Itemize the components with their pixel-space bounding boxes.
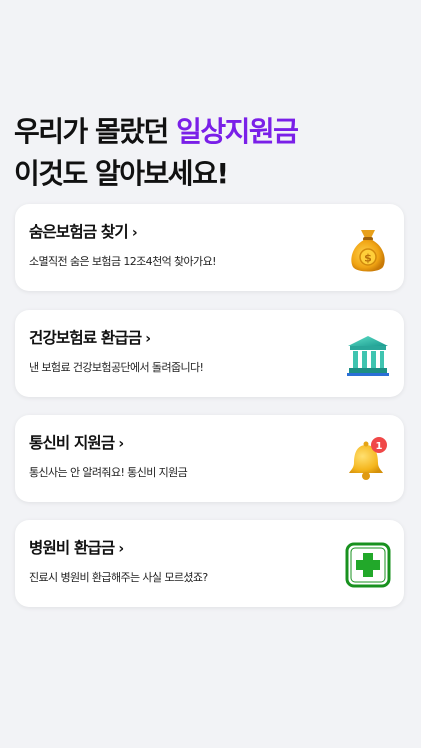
card-title-text: 병원비 환급금	[29, 539, 115, 557]
card-hidden-insurance[interactable]: 숨은보험금 찾기 › 소멸직전 숨은 보험금 12조4천억 찾아가요! $	[15, 204, 404, 291]
svg-text:$: $	[364, 252, 372, 265]
chevron-right-icon: ›	[118, 541, 124, 557]
card-title-text: 건강보험료 환급금	[29, 329, 142, 347]
card-hospital-refund[interactable]: 병원비 환급금 › 진료시 병원비 환급해주는 사실 모르셨죠?	[15, 520, 404, 607]
card-title-text: 통신비 지원금	[29, 434, 115, 452]
card-description: 통신사는 안 알려줘요! 통신비 지원금	[29, 466, 188, 479]
chevron-right-icon: ›	[145, 331, 151, 347]
card-description: 진료시 병원비 환급해주는 사실 모르셨죠?	[29, 571, 208, 584]
bank-building-icon	[344, 330, 392, 380]
headline-line-2: 이것도 알아보세요!	[14, 157, 229, 190]
card-title: 건강보험료 환급금 ›	[29, 326, 151, 348]
notification-bell-icon: 1	[344, 435, 392, 485]
card-description: 낸 보험료 건강보험공단에서 돌려줍니다!	[29, 361, 204, 374]
headline-prefix: 우리가 몰랐던	[14, 115, 177, 148]
card-telecom-subsidy[interactable]: 통신비 지원금 › 통신사는 안 알려줘요! 통신비 지원금 1	[15, 415, 404, 502]
headline-line-1: 우리가 몰랐던 일상지원금	[14, 111, 414, 153]
card-title: 통신비 지원금 ›	[29, 431, 124, 453]
notification-badge-count: 1	[376, 441, 383, 452]
headline-accent: 일상지원금	[176, 115, 299, 148]
medical-cross-icon	[344, 540, 392, 590]
card-health-insurance-refund[interactable]: 건강보험료 환급금 › 낸 보험료 건강보험공단에서 돌려줍니다!	[15, 310, 404, 397]
card-title-text: 숨은보험금 찾기	[29, 223, 129, 241]
card-title: 숨은보험금 찾기 ›	[29, 220, 138, 242]
money-bag-icon: $	[344, 224, 392, 274]
chevron-right-icon: ›	[131, 225, 138, 241]
card-description: 소멸직전 숨은 보험금 12조4천억 찾아가요!	[29, 255, 217, 268]
card-title: 병원비 환급금 ›	[29, 536, 124, 558]
chevron-right-icon: ›	[118, 436, 124, 452]
page-headline: 우리가 몰랐던 일상지원금 이것도 알아보세요!	[14, 111, 414, 195]
